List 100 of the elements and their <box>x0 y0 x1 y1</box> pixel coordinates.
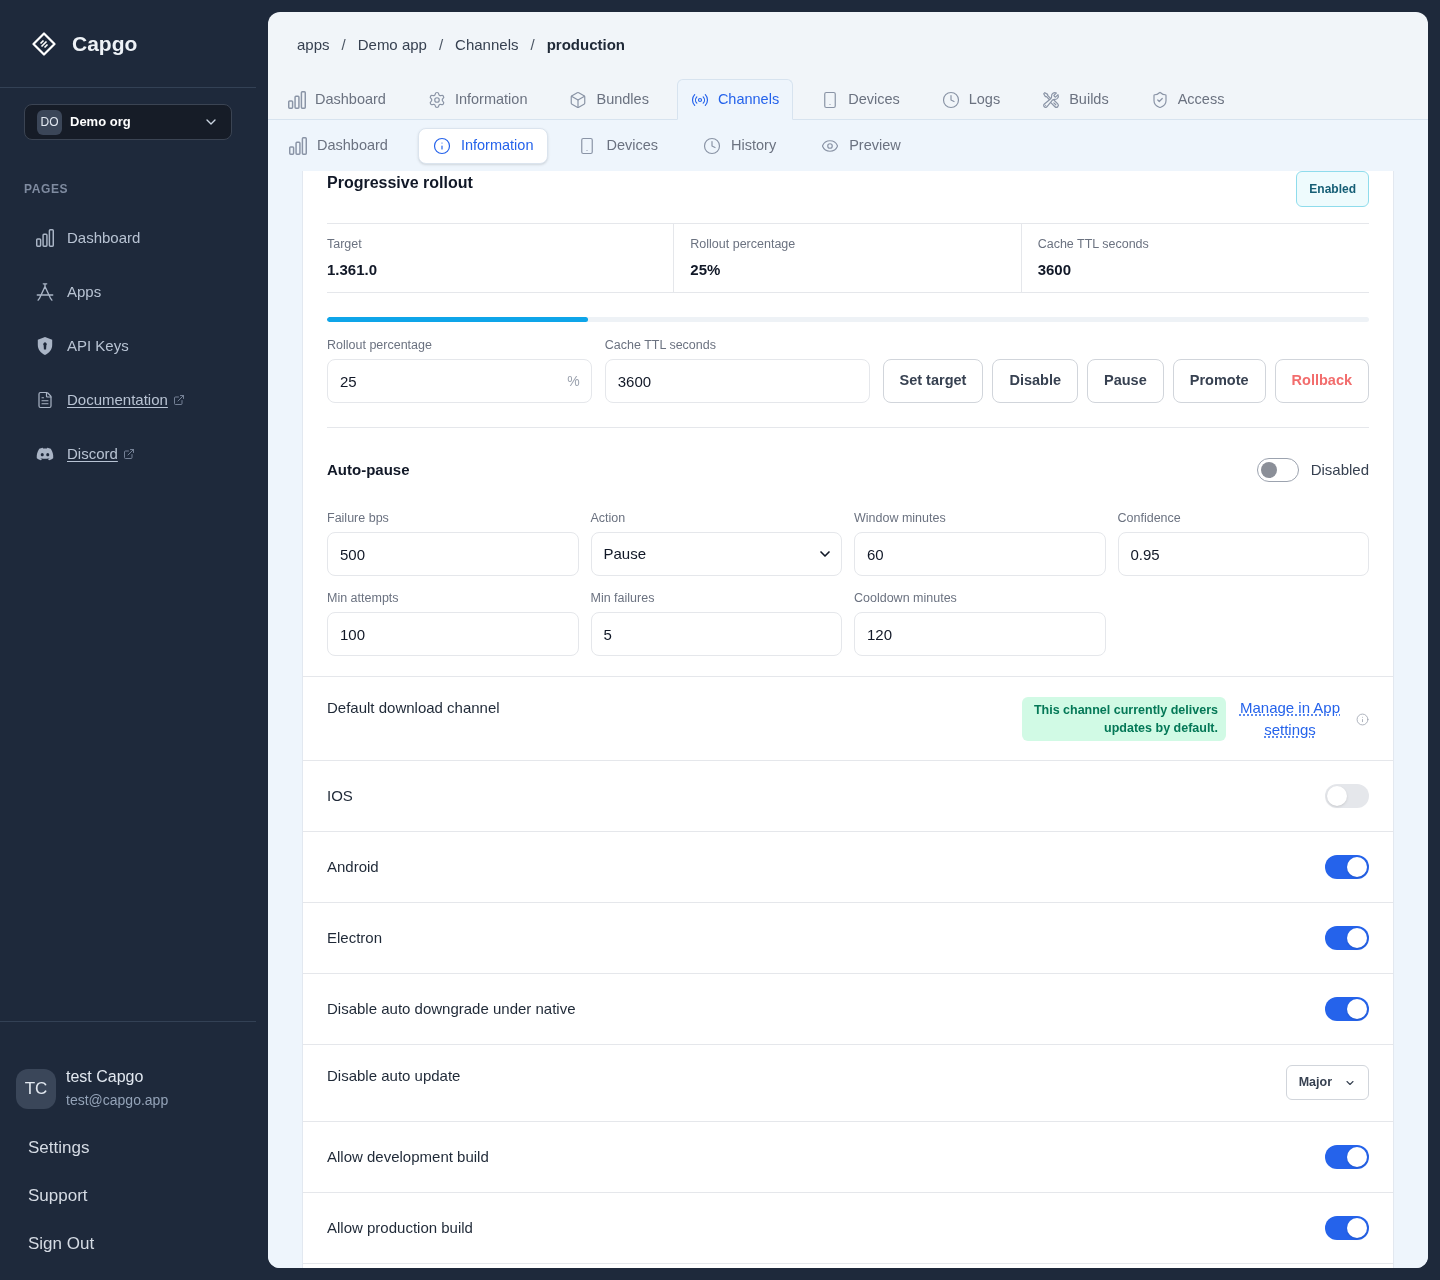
input-field[interactable]: 0.95 <box>1117 532 1369 576</box>
breadcrumb-link[interactable]: apps <box>297 34 330 57</box>
tab[interactable]: Channels <box>676 79 794 120</box>
field-label: Failure bps <box>327 510 389 526</box>
info-icon <box>432 136 451 155</box>
action-button[interactable]: Disable <box>992 359 1078 403</box>
action-button[interactable]: Pause <box>1087 359 1164 403</box>
field-label: Min attempts <box>327 590 399 606</box>
section-title: Progressive rollout <box>327 173 473 193</box>
clock-icon <box>941 90 960 109</box>
stat-value: 25% <box>690 260 721 280</box>
tab[interactable]: Builds <box>1028 79 1123 120</box>
breadcrumb-link[interactable]: Channels <box>455 34 519 57</box>
tab[interactable]: Devices <box>807 79 914 120</box>
stat-label: Target <box>327 236 362 252</box>
section-title: Auto-pause <box>327 459 410 480</box>
account-menu-item[interactable]: Sign Out <box>0 1220 123 1268</box>
default-channel-notice: This channel currently delivers updates by default. <box>1022 697 1226 741</box>
tab[interactable]: Dashboard <box>274 79 400 120</box>
info-icon <box>1356 712 1369 726</box>
toggle-switch[interactable] <box>1325 1145 1369 1169</box>
version-select[interactable]: Major <box>1285 1065 1369 1100</box>
shield-keyhole-icon <box>36 337 54 355</box>
compass-icon <box>36 283 54 301</box>
sub-tab[interactable]: Devices <box>563 127 674 164</box>
field-label: Action <box>590 510 626 526</box>
setting-label: Android <box>327 856 379 877</box>
field-label: Rollout percentage <box>327 337 432 353</box>
toggle-switch[interactable] <box>1325 855 1369 879</box>
sub-tab[interactable]: Preview <box>806 127 916 164</box>
breadcrumb-separator: / <box>341 35 346 56</box>
unit-label: % <box>567 372 580 390</box>
bar-chart-icon <box>289 136 307 155</box>
tab[interactable]: Bundles <box>555 79 663 120</box>
breadcrumb-separator: / <box>438 35 444 56</box>
setting-label: Electron <box>327 927 383 948</box>
bar-chart-icon <box>36 229 54 247</box>
select-field[interactable]: Pause <box>590 532 842 576</box>
logo-icon <box>32 31 56 56</box>
clock-icon <box>703 136 722 155</box>
tab[interactable]: Logs <box>927 79 1015 120</box>
setting-label: Allow development build <box>327 1146 489 1167</box>
toggle-switch[interactable] <box>1325 1216 1369 1240</box>
input-field[interactable]: 120 <box>854 612 1106 656</box>
setting-label: Allow production build <box>327 1217 473 1238</box>
input-field[interactable]: 3600 <box>604 359 870 403</box>
sub-tab[interactable]: History <box>688 127 792 164</box>
toggle-switch[interactable] <box>1325 784 1369 808</box>
tools-icon <box>1042 90 1061 109</box>
cube-icon <box>569 90 588 109</box>
field-label: Window minutes <box>854 510 946 526</box>
setting-label: Disable auto downgrade under native <box>327 998 576 1019</box>
sidebar-item[interactable]: Dashboard <box>24 211 232 265</box>
input-field[interactable]: 100 <box>327 612 579 656</box>
org-avatar: DO <box>37 109 62 135</box>
input-field[interactable]: 60 <box>854 532 1106 576</box>
sub-tab[interactable]: Dashboard <box>274 127 403 164</box>
account-menu-item[interactable]: Support <box>0 1172 116 1220</box>
stat-label: Rollout percentage <box>690 236 796 252</box>
toggle-status-label: Disabled <box>1310 459 1369 480</box>
action-button[interactable]: Set target <box>882 359 984 403</box>
setting-label: Disable auto update <box>327 1066 461 1086</box>
stat-value: 3600 <box>1037 260 1072 280</box>
field-label: Confidence <box>1117 510 1181 526</box>
breadcrumb-link[interactable]: Demo app <box>357 34 427 57</box>
external-link-icon <box>122 448 135 460</box>
toggle-switch[interactable] <box>1325 997 1369 1021</box>
sidebar-item[interactable]: API Keys <box>24 319 232 373</box>
setting-label: IOS <box>327 785 353 806</box>
user-name: test Capgo <box>66 1067 145 1087</box>
sidebar-item[interactable]: Discord <box>24 427 232 481</box>
tab[interactable]: Information <box>413 79 542 120</box>
gear-icon <box>427 90 446 109</box>
section-label: PAGES <box>24 182 69 196</box>
discord-icon <box>36 445 54 463</box>
brand-name: Capgo <box>72 30 138 57</box>
document-icon <box>36 391 54 409</box>
user-email: test@capgo.app <box>66 1091 169 1110</box>
shield-check-icon <box>1150 90 1169 109</box>
field-label: Cache TTL seconds <box>604 337 716 353</box>
input-field[interactable]: 500 <box>327 532 579 576</box>
user-avatar: TC <box>16 1068 56 1109</box>
stat-value: 1.361.0 <box>327 260 378 280</box>
toggle-switch[interactable] <box>1325 926 1369 950</box>
account-menu-item[interactable]: Settings <box>0 1124 118 1172</box>
app-settings-link[interactable]: Manage in App settings <box>1238 697 1342 741</box>
tab[interactable]: Access <box>1136 79 1239 120</box>
action-button[interactable]: Promote <box>1172 359 1266 403</box>
sub-tab[interactable]: Information <box>417 127 549 164</box>
external-link-icon <box>172 394 185 406</box>
bar-chart-icon <box>288 90 306 109</box>
sidebar-item[interactable]: Apps <box>24 265 232 319</box>
status-button[interactable]: Enabled <box>1296 171 1369 207</box>
breadcrumb-separator: / <box>530 35 535 56</box>
toggle-switch[interactable] <box>1256 458 1299 482</box>
field-label: Cooldown minutes <box>854 590 957 606</box>
sidebar-item[interactable]: Documentation <box>24 373 232 427</box>
org-selector[interactable]: DO Demo org <box>24 104 232 140</box>
breadcrumb-current-page: production <box>546 35 625 56</box>
input-field[interactable]: 5 <box>590 612 842 656</box>
